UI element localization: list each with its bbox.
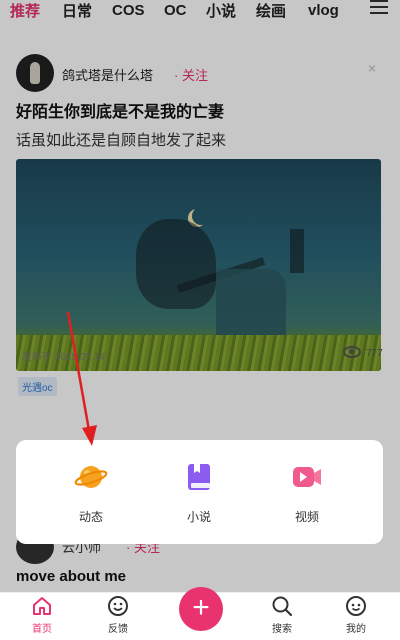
- create-menu-sheet: 动态 小说 视频: [16, 440, 383, 544]
- nav-home-label: 首页: [32, 624, 52, 635]
- home-icon: [31, 595, 53, 617]
- profile-icon: [345, 595, 367, 617]
- video-camera-icon: [290, 460, 324, 494]
- search-icon: [271, 595, 293, 617]
- create-video-label: 视频: [294, 510, 319, 524]
- create-fab-button[interactable]: +: [179, 587, 223, 631]
- create-novel-label: 小说: [186, 510, 211, 524]
- planet-icon: [74, 460, 108, 494]
- feedback-icon: [107, 595, 129, 617]
- nav-feedback[interactable]: 反馈: [88, 595, 148, 635]
- create-post-label: 动态: [78, 510, 103, 524]
- nav-feedback-label: 反馈: [108, 624, 128, 635]
- create-post-button[interactable]: 动态: [56, 460, 126, 525]
- nav-profile-label: 我的: [346, 624, 366, 635]
- nav-home[interactable]: 首页: [12, 595, 72, 635]
- bottom-navigation: 首页 反馈 + 搜索 我的: [0, 587, 400, 640]
- create-video-button[interactable]: 视频: [272, 460, 342, 525]
- nav-profile[interactable]: 我的: [326, 595, 386, 635]
- nav-search-label: 搜索: [272, 624, 292, 635]
- book-icon: [182, 460, 216, 494]
- create-novel-button[interactable]: 小说: [164, 460, 234, 525]
- nav-search[interactable]: 搜索: [252, 595, 312, 635]
